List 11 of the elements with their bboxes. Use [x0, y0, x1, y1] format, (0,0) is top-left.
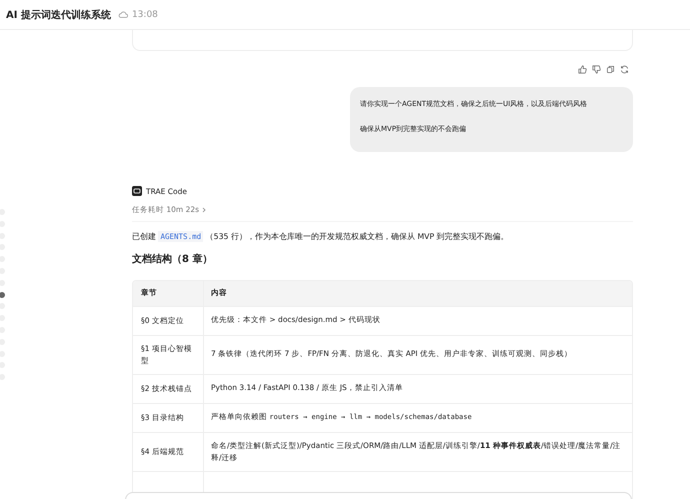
nav-dot[interactable] [0, 292, 5, 298]
chevron-right-icon[interactable] [202, 207, 206, 213]
cloud-icon [118, 11, 128, 18]
section-heading: 文档结构（8 章） [132, 252, 214, 266]
terminal-logo-icon [132, 186, 142, 196]
thumbs-down-icon[interactable] [592, 65, 601, 74]
refresh-icon[interactable] [620, 65, 629, 74]
timestamp: 13:08 [132, 10, 158, 20]
app-title: AI 提示词迭代训练系统 [6, 8, 111, 22]
thumbs-up-icon[interactable] [578, 65, 587, 74]
copy-icon[interactable] [606, 65, 615, 74]
